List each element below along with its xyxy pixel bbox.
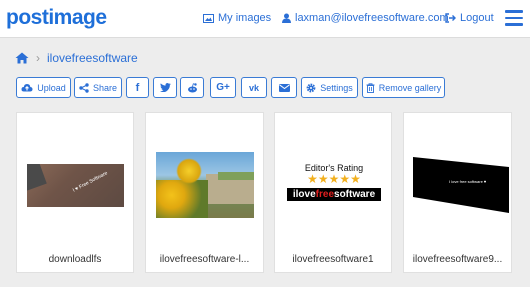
- rating-stars: ★★★★★: [307, 172, 361, 186]
- top-bar: postimage My images laxman@ilovefreesoft…: [0, 0, 530, 38]
- trash-icon: [366, 82, 375, 93]
- gallery-item[interactable]: ilovefreesoftware-l...: [145, 112, 264, 273]
- gear-icon: [306, 83, 316, 92]
- remove-gallery-button[interactable]: Remove gallery: [362, 77, 445, 98]
- email-share-button[interactable]: [271, 77, 297, 98]
- logout-label: Logout: [460, 12, 494, 24]
- hamburger-menu-icon[interactable]: [505, 10, 523, 26]
- thumbnail-image[interactable]: [413, 157, 509, 213]
- twitter-icon: [159, 83, 171, 92]
- gallery-item[interactable]: Editor's Rating ★★★★★ ilovefreesoftware …: [274, 112, 392, 273]
- brand-text-c: software: [334, 189, 376, 200]
- envelope-icon: [278, 83, 290, 92]
- image-caption: downloadlfs: [48, 254, 102, 265]
- upload-label: Upload: [37, 82, 66, 93]
- image-icon: [203, 13, 214, 23]
- image-caption: ilovefreesoftware-l...: [159, 254, 250, 265]
- gallery-item[interactable]: I love free software ♥ ilovefreesoftware…: [403, 112, 512, 273]
- settings-label: Settings: [320, 82, 353, 93]
- brand-banner: ilovefreesoftware: [287, 188, 381, 201]
- chevron-right-icon: ›: [36, 51, 40, 65]
- settings-button[interactable]: Settings: [301, 77, 358, 98]
- brand-text-a: ilove: [292, 189, 316, 200]
- thumbnail-image[interactable]: [156, 152, 254, 218]
- my-images-link[interactable]: My images: [203, 12, 271, 24]
- image-caption: ilovefreesoftware1: [292, 254, 374, 265]
- user-icon: [282, 13, 291, 23]
- remove-gallery-label: Remove gallery: [378, 82, 442, 93]
- vk-icon: vk: [248, 82, 259, 93]
- twitter-share-button[interactable]: [153, 77, 177, 98]
- google-plus-icon: G+: [216, 82, 230, 93]
- user-email: laxman@ilovefreesoftware.com: [295, 12, 449, 24]
- home-icon[interactable]: [15, 52, 29, 64]
- cloud-upload-icon: [21, 84, 33, 92]
- upload-button[interactable]: Upload: [16, 77, 71, 98]
- thumbnail-text: I love free software ♥: [449, 179, 487, 184]
- share-button[interactable]: Share: [74, 77, 122, 98]
- logout-link[interactable]: Logout: [445, 12, 494, 24]
- thumbnail-image[interactable]: Editor's Rating ★★★★★ ilovefreesoftware: [286, 163, 382, 209]
- my-images-label: My images: [218, 12, 272, 24]
- share-icon: [79, 82, 89, 93]
- breadcrumb-gallery[interactable]: ilovefreesoftware: [47, 51, 138, 65]
- gallery-item[interactable]: I ♥ Free Software downloadlfs: [16, 112, 134, 273]
- breadcrumb: › ilovefreesoftware: [15, 51, 138, 65]
- facebook-icon: f: [135, 81, 140, 94]
- reddit-share-button[interactable]: [180, 77, 204, 98]
- user-account-link[interactable]: laxman@ilovefreesoftware.com: [282, 12, 449, 24]
- vk-share-button[interactable]: vk: [241, 77, 267, 98]
- thumbnail-text: I ♥ Free Software: [71, 170, 109, 194]
- logout-icon: [445, 13, 456, 23]
- image-caption: ilovefreesoftware9...: [412, 254, 503, 265]
- reddit-icon: [187, 82, 197, 92]
- brand-text-b: free: [315, 189, 335, 200]
- logo[interactable]: postimage: [6, 6, 107, 30]
- thumbnail-image[interactable]: I ♥ Free Software: [27, 164, 124, 207]
- facebook-share-button[interactable]: f: [126, 77, 149, 98]
- google-plus-share-button[interactable]: G+: [210, 77, 236, 98]
- share-label: Share: [92, 82, 118, 93]
